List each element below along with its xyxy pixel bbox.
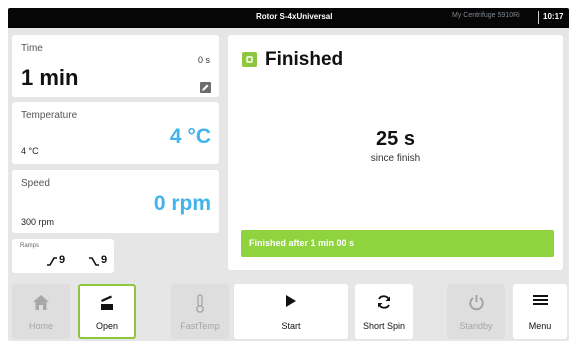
time-label: Time [21, 43, 43, 54]
elapsed-caption: since finish [370, 153, 421, 164]
standby-label: Standby [459, 321, 493, 331]
run-status-title: Finished [265, 49, 344, 70]
elapsed-time: 25 s [376, 128, 415, 150]
menu-button[interactable]: Menu [513, 284, 567, 339]
accel-ramp: 9 [46, 254, 76, 268]
thermometer-icon [171, 294, 229, 313]
ramp-up-icon [47, 257, 57, 266]
short-spin-button[interactable]: Short Spin [355, 284, 413, 339]
speed-setpoint: 300 rpm [21, 217, 55, 227]
status-bar: Rotor S-4xUniversal My Centrifuge 5910Ri… [8, 8, 569, 28]
ramps-card[interactable]: Ramps 9 9 [12, 239, 114, 273]
menu-label: Menu [528, 321, 552, 331]
temperature-setpoint: 4 °C [21, 146, 39, 156]
standby-button[interactable]: Standby [447, 284, 505, 339]
ramps-label: Ramps [20, 243, 40, 249]
accel-value: 9 [59, 254, 66, 266]
home-label: Home [28, 321, 53, 331]
fasttemp-button[interactable]: FastTemp [171, 284, 229, 339]
run-status-panel: Finished 25 s since finish Finished afte… [228, 35, 563, 270]
finished-message: Finished after 1 min 00 s [249, 238, 355, 248]
lid-open-icon [80, 294, 134, 312]
start-label: Start [281, 321, 301, 331]
temperature-card[interactable]: Temperature 4 °C 4 °C [12, 102, 219, 164]
centrifuge-screen: Rotor S-4xUniversal My Centrifuge 5910Ri… [8, 8, 569, 341]
home-icon [12, 294, 70, 312]
time-card[interactable]: Time 0 s 1 min [12, 35, 219, 97]
clock: 10:17 [543, 12, 564, 21]
fasttemp-label: FastTemp [180, 321, 220, 331]
rotor-name: Rotor S-4xUniversal [256, 12, 333, 21]
temperature-label: Temperature [21, 110, 78, 121]
time-actual: 0 s [197, 55, 210, 65]
decel-ramp: 9 [88, 254, 112, 268]
finished-message-bar: Finished after 1 min 00 s [241, 230, 554, 257]
short-spin-label: Short Spin [362, 321, 406, 331]
start-button[interactable]: Start [234, 284, 348, 339]
decel-value: 9 [101, 254, 108, 266]
device-name: My Centrifuge 5910Ri [452, 12, 520, 19]
time-setpoint: 1 min [21, 65, 79, 90]
open-lid-button[interactable]: Open [78, 284, 136, 339]
home-button[interactable]: Home [12, 284, 70, 339]
temperature-actual: 4 °C [169, 125, 211, 148]
open-label: Open [95, 321, 119, 331]
menu-icon [513, 294, 567, 312]
edit-icon[interactable] [200, 82, 211, 93]
speed-label: Speed [21, 178, 50, 189]
play-icon [234, 294, 348, 312]
speed-actual: 0 rpm [153, 192, 211, 215]
short-spin-icon [355, 294, 413, 312]
speed-card[interactable]: Speed 0 rpm 300 rpm [12, 170, 219, 233]
finished-icon [242, 52, 257, 67]
ramp-down-icon [89, 257, 99, 266]
power-icon [447, 294, 505, 312]
status-divider [538, 11, 539, 24]
